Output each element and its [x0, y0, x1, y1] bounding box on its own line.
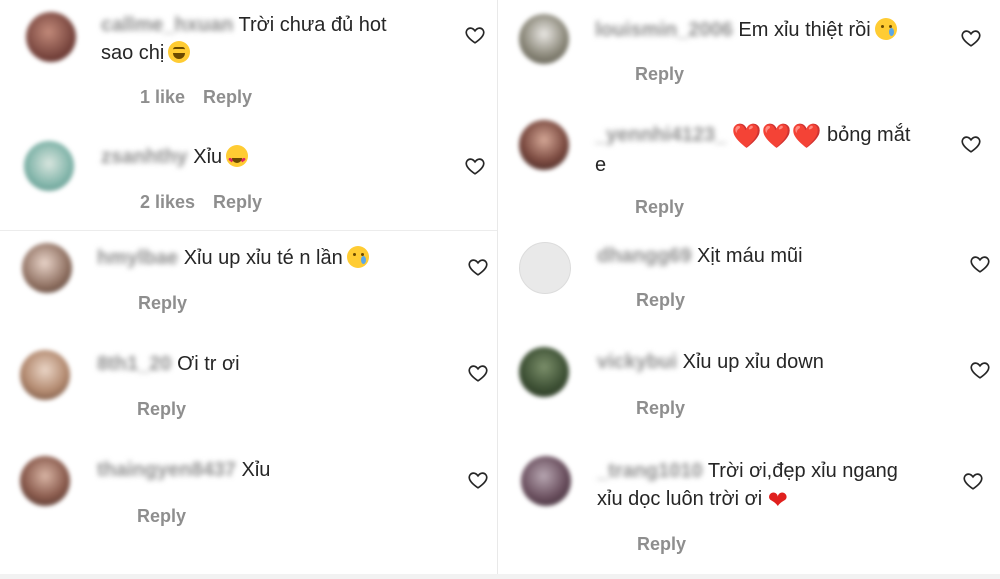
- comment-body: Xỉu up xỉu té n lần: [183, 247, 343, 269]
- comment-body: Xỉu: [193, 146, 223, 168]
- avatar[interactable]: [521, 456, 571, 506]
- username[interactable]: _trang1010: [597, 460, 703, 482]
- reply-button[interactable]: Reply: [636, 290, 685, 311]
- comment-actions: Reply: [635, 64, 684, 85]
- like-heart-icon[interactable]: [960, 27, 982, 49]
- comment-body: Trời chưa đủ hot: [238, 14, 387, 36]
- red-heart-emoji: ❤: [767, 487, 788, 514]
- comment-text: _yennhi4123_ ❤️❤️❤️ bỏng mắt e: [595, 121, 910, 179]
- like-heart-icon[interactable]: [969, 253, 991, 275]
- avatar[interactable]: [20, 456, 70, 506]
- comment-text: louismin_2006 Em xỉu thiệt rồi: [595, 16, 897, 44]
- comment-actions: Reply: [137, 506, 186, 527]
- username[interactable]: louismin_2006: [595, 19, 733, 41]
- avatar[interactable]: [519, 14, 569, 64]
- crying-emoji-icon: [874, 18, 897, 40]
- comment-actions: Reply: [637, 534, 686, 555]
- comment-body: Xỉu: [241, 459, 271, 481]
- comment-body: Xỉu up xỉu down: [682, 351, 824, 373]
- comment-text: dhangg69 Xịt máu mũi: [597, 242, 803, 270]
- reply-button[interactable]: Reply: [636, 398, 685, 419]
- reply-button[interactable]: Reply: [203, 87, 252, 108]
- reply-button[interactable]: Reply: [137, 506, 186, 527]
- avatar[interactable]: [20, 350, 70, 400]
- like-heart-icon[interactable]: [969, 359, 991, 381]
- reply-button[interactable]: Reply: [635, 197, 684, 218]
- avatar[interactable]: [22, 243, 72, 293]
- avatar[interactable]: [519, 347, 569, 397]
- username[interactable]: hmylbae: [97, 247, 178, 269]
- username[interactable]: callme_hxuan: [101, 14, 233, 36]
- section-divider: [0, 230, 497, 231]
- comment-text: zsanhthy Xỉu: [101, 143, 249, 175]
- username[interactable]: vickybui: [597, 351, 677, 373]
- comment-text: 8th1_20 Ơi tr ơi: [97, 350, 240, 378]
- comment-body: bỏng mắt: [826, 124, 911, 146]
- username[interactable]: thaingyen8437: [97, 459, 236, 481]
- comment-actions: Reply: [636, 290, 685, 311]
- comment-actions: Reply: [635, 197, 684, 218]
- comment-actions: 2 likes Reply: [140, 192, 262, 213]
- comment-body: Em xỉu thiệt rồi: [738, 19, 871, 41]
- comment-body-line2: e: [595, 154, 607, 176]
- avatar[interactable]: [24, 141, 74, 191]
- comment-body: Trời ơi,đẹp xỉu ngang: [707, 460, 898, 482]
- username[interactable]: zsanhthy: [101, 146, 188, 168]
- avatar[interactable]: [519, 242, 571, 294]
- like-heart-icon[interactable]: [467, 256, 489, 278]
- comment-body-line2: xỉu dọc luôn trời ơi: [597, 488, 763, 510]
- reply-button[interactable]: Reply: [138, 293, 187, 314]
- comment-body: Xịt máu mũi: [697, 245, 803, 267]
- like-heart-icon[interactable]: [464, 155, 486, 177]
- reply-button[interactable]: Reply: [637, 534, 686, 555]
- comment-text: hmylbae Xỉu up xỉu té n lần: [97, 244, 369, 272]
- reply-button[interactable]: Reply: [213, 192, 262, 213]
- username[interactable]: 8th1_20: [97, 353, 172, 375]
- likes-count[interactable]: 1 like: [140, 87, 185, 108]
- likes-count[interactable]: 2 likes: [140, 192, 195, 213]
- like-heart-icon[interactable]: [467, 362, 489, 384]
- reply-button[interactable]: Reply: [635, 64, 684, 85]
- red-hearts-emoji: ❤️❤️❤️: [731, 123, 822, 150]
- comment-text: vickybui Xỉu up xỉu down: [597, 348, 824, 376]
- comment-text: callme_hxuan Trời chưa đủ hot sao chị: [101, 11, 387, 67]
- comment-actions: Reply: [137, 399, 186, 420]
- comment-body: Ơi tr ơi: [177, 353, 240, 375]
- like-heart-icon[interactable]: [962, 470, 984, 492]
- like-heart-icon[interactable]: [464, 24, 486, 46]
- like-heart-icon[interactable]: [467, 469, 489, 491]
- comment-actions: Reply: [138, 293, 187, 314]
- crying-emoji-icon: [346, 246, 369, 268]
- comment-body-line2: sao chị: [101, 42, 165, 64]
- comment-text: _trang1010 Trời ơi,đẹp xỉu ngang xỉu dọc…: [597, 457, 898, 515]
- heart-eyes-emoji-icon: [226, 145, 249, 175]
- avatar[interactable]: [26, 12, 76, 62]
- column-divider: [497, 0, 498, 579]
- laughing-emoji-icon: [168, 41, 191, 63]
- avatar[interactable]: [519, 120, 569, 170]
- comment-actions: Reply: [636, 398, 685, 419]
- bottom-border: [0, 574, 1000, 579]
- like-heart-icon[interactable]: [960, 133, 982, 155]
- comment-text: thaingyen8437 Xỉu: [97, 456, 270, 484]
- username[interactable]: _yennhi4123_: [595, 124, 726, 146]
- username[interactable]: dhangg69: [597, 245, 691, 267]
- reply-button[interactable]: Reply: [137, 399, 186, 420]
- comment-actions: 1 like Reply: [140, 87, 252, 108]
